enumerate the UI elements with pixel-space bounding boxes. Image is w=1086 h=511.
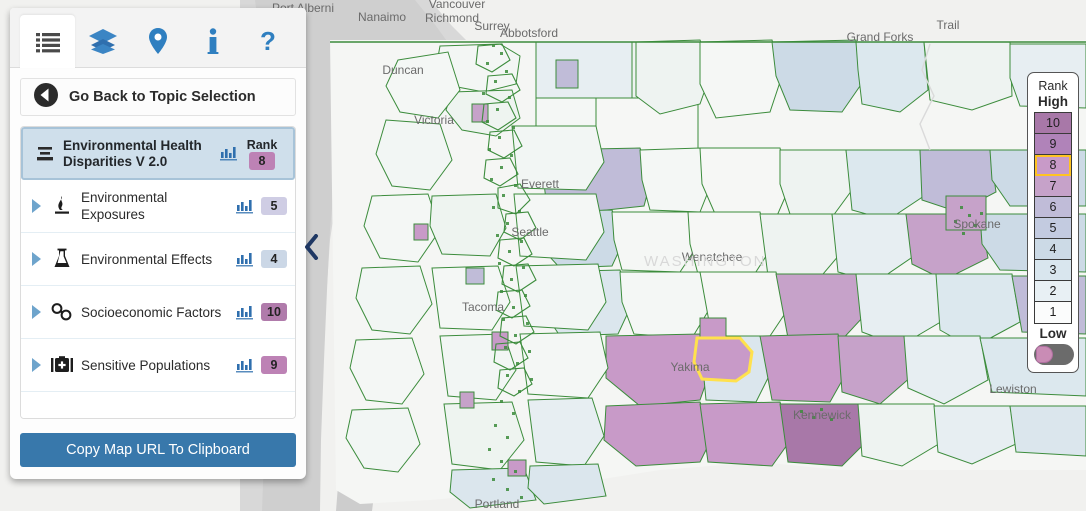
- subtopic-row[interactable]: Socioeconomic Factors 10: [21, 286, 295, 339]
- expand-caret-icon[interactable]: [25, 198, 47, 214]
- map-legend: Rank High 10 9 8 7 6 5 4 3 2 1 Low: [1027, 72, 1079, 373]
- legend-rank-cell[interactable]: 7: [1035, 176, 1071, 197]
- subtopic-row[interactable]: Sensitive Populations 9: [21, 339, 295, 392]
- city-label: Kennewick: [793, 408, 852, 422]
- bar-chart-icon[interactable]: [233, 305, 255, 320]
- city-label: Richmond: [425, 11, 479, 25]
- tab-information[interactable]: [185, 15, 240, 67]
- expand-caret-icon[interactable]: [25, 304, 47, 320]
- tab-map-layers[interactable]: [75, 15, 130, 67]
- subtopic-label: Environmental Exposures: [81, 190, 168, 222]
- topic-list-spacer: [21, 392, 295, 418]
- subtopic-label: Environmental Effects: [81, 251, 213, 267]
- city-label: Duncan: [382, 63, 423, 77]
- legend-rank-cell[interactable]: 2: [1035, 281, 1071, 302]
- bar-chart-icon[interactable]: [233, 199, 255, 214]
- legend-rank-cell[interactable]: 6: [1035, 197, 1071, 218]
- city-label: Vancouver: [429, 0, 485, 11]
- topic-title: Environmental Health Disparities V 2.0: [63, 137, 202, 169]
- bar-chart-icon[interactable]: [217, 146, 239, 161]
- panel-tab-bar: ?: [10, 8, 306, 68]
- topic-panel: ? Go Back to Topic Selection Environment…: [10, 8, 306, 479]
- ranking-bars-icon: [31, 143, 59, 165]
- chevron-left-icon[interactable]: [303, 234, 319, 265]
- subtopic-row[interactable]: Environmental Exposures 5: [21, 180, 295, 233]
- legend-high-label: High: [1038, 94, 1068, 109]
- legend-rank-cell[interactable]: 10: [1035, 113, 1071, 134]
- tab-help[interactable]: ?: [240, 15, 295, 67]
- legend-low-label: Low: [1039, 326, 1067, 341]
- city-label: Trail: [937, 18, 960, 32]
- flask-icon: [47, 247, 77, 271]
- city-label: Everett: [521, 177, 560, 191]
- topic-rank-column: Rank 8: [239, 138, 285, 170]
- topic-list: Environmental Health Disparities V 2.0 R…: [20, 126, 296, 419]
- subtopic-label: Socioeconomic Factors: [81, 304, 222, 320]
- expand-caret-icon[interactable]: [25, 251, 47, 267]
- back-arrow-icon: [33, 82, 59, 113]
- toggle-knob-icon: [1036, 346, 1053, 363]
- svg-text:?: ?: [260, 27, 276, 55]
- topic-rank-badge: 8: [249, 151, 275, 170]
- medical-kit-icon: [47, 354, 77, 376]
- copy-map-url-button[interactable]: Copy Map URL To Clipboard: [20, 433, 296, 467]
- legend-visibility-toggle[interactable]: [1034, 344, 1074, 365]
- subtopic-rank-badge: 5: [261, 197, 287, 215]
- city-label: Lewiston: [989, 382, 1036, 396]
- legend-rank-cell[interactable]: 4: [1035, 239, 1071, 260]
- subtopic-label: Sensitive Populations: [81, 357, 211, 373]
- legend-rank-cell[interactable]: 5: [1035, 218, 1071, 239]
- city-label: Portland: [475, 497, 520, 511]
- tab-location[interactable]: [130, 15, 185, 67]
- map-pin-icon: [148, 27, 168, 55]
- city-label: Victoria: [414, 113, 454, 127]
- legend-title: Rank: [1038, 79, 1068, 93]
- tab-topic-list[interactable]: [20, 15, 75, 68]
- layers-icon: [88, 28, 118, 54]
- list-icon: [35, 31, 61, 53]
- legend-color-ramp[interactable]: 10 9 8 7 6 5 4 3 2 1: [1034, 112, 1072, 324]
- legend-rank-cell[interactable]: 1: [1035, 302, 1071, 323]
- subtopic-rank-badge: 9: [261, 356, 287, 374]
- expand-caret-icon[interactable]: [25, 357, 47, 373]
- subtopic-rank-badge: 4: [261, 250, 287, 268]
- bar-chart-icon[interactable]: [233, 252, 255, 267]
- bar-chart-icon[interactable]: [233, 358, 255, 373]
- city-label: Nanaimo: [358, 10, 406, 24]
- chain-links-icon: [47, 301, 77, 323]
- topic-header-row[interactable]: Environmental Health Disparities V 2.0 R…: [21, 127, 295, 180]
- rank-header-label: Rank: [246, 137, 278, 152]
- legend-rank-cell[interactable]: 9: [1035, 134, 1071, 155]
- city-label: Abbotsford: [500, 26, 558, 40]
- go-back-label: Go Back to Topic Selection: [69, 89, 256, 105]
- subtopic-rank-badge: 10: [261, 303, 287, 321]
- legend-rank-cell[interactable]: 3: [1035, 260, 1071, 281]
- subtopic-list: Environmental Exposures 5 Environmental Ef…: [21, 180, 295, 392]
- city-label: Tacoma: [462, 300, 504, 314]
- smoke-plume-icon: [47, 194, 77, 218]
- city-label: Yakima: [670, 360, 709, 374]
- city-label: Seattle: [511, 225, 549, 239]
- info-icon: [206, 28, 220, 54]
- legend-rank-cell[interactable]: 8: [1035, 155, 1071, 176]
- city-label: Spokane: [953, 217, 1001, 231]
- city-label: Grand Forks: [847, 30, 914, 44]
- question-mark-icon: ?: [258, 27, 278, 55]
- panel-body: Go Back to Topic Selection Environmental…: [10, 68, 306, 479]
- subtopic-row[interactable]: Environmental Effects 4: [21, 233, 295, 286]
- state-label: WASHINGTON: [644, 253, 767, 270]
- go-back-button[interactable]: Go Back to Topic Selection: [20, 78, 296, 116]
